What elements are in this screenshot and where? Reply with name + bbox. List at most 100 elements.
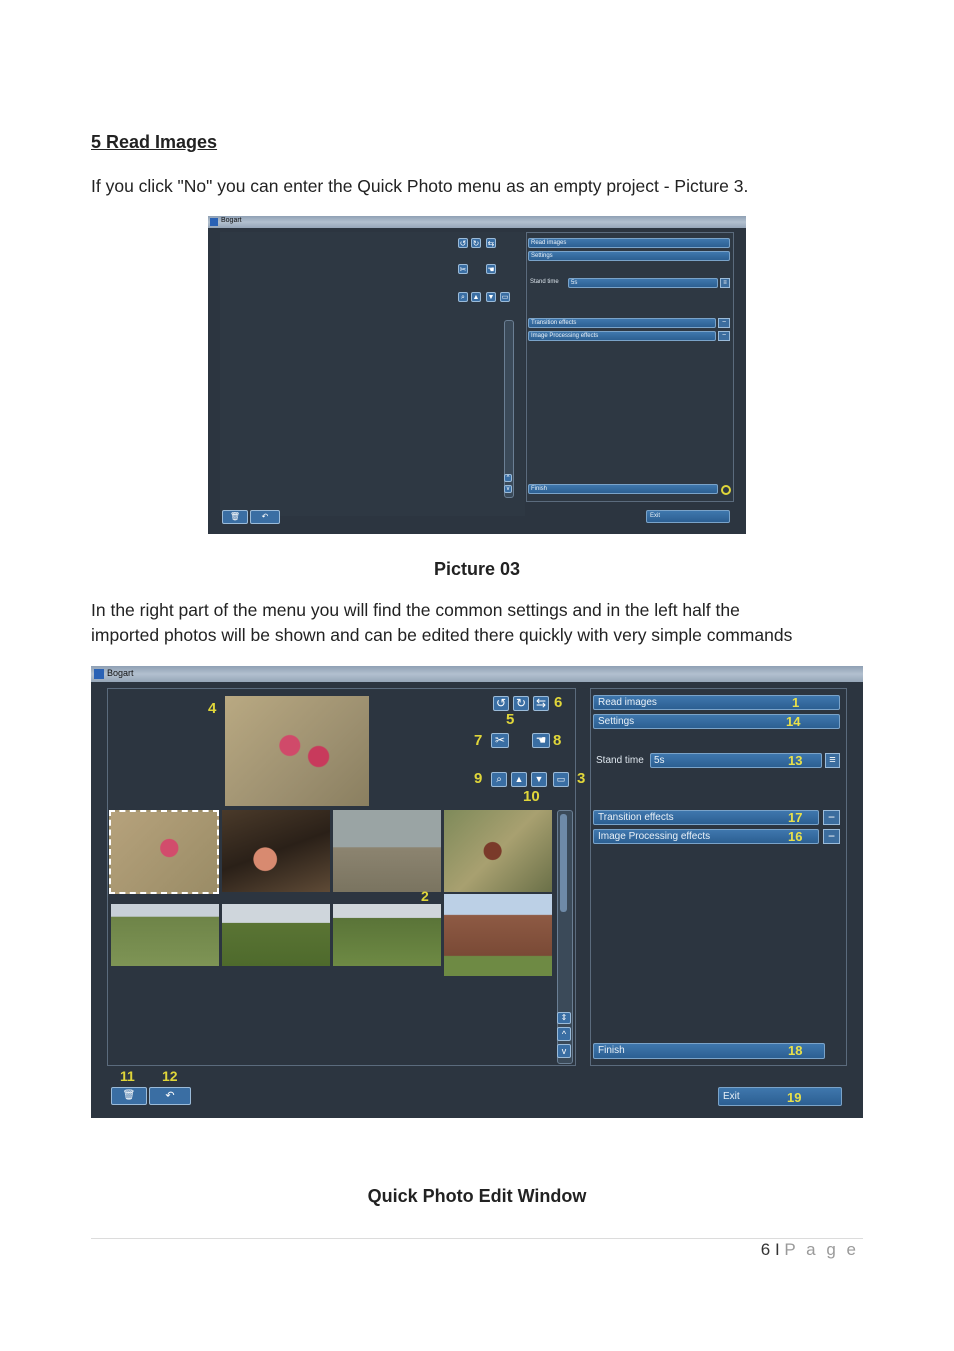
crop-icon[interactable]: ✂ [458,264,468,274]
scroll-down-icon[interactable]: v [504,485,512,493]
callout-3: 3 [577,770,586,787]
scroll-top-icon[interactable]: ⇕ [557,1012,571,1024]
crop-icon[interactable]: ✂ [491,733,509,748]
stand-time-field[interactable]: 5s [568,278,718,288]
thumbs-down-icon[interactable]: ▼ [531,772,547,787]
finish-button[interactable]: Finish [528,484,718,494]
transition-effects-button[interactable]: Transition effects [528,318,716,328]
flip-icon[interactable]: ⇆ [486,238,496,248]
stand-time-label: Stand time [530,279,559,285]
scrollbar-thumb[interactable] [560,814,567,912]
stand-time-field[interactable]: 5s 13 [650,753,822,768]
thumbnail-image[interactable] [109,810,219,894]
thumbnail-image[interactable] [111,904,219,966]
callout-19: 19 [787,1090,802,1105]
finish-label: Finish [598,1045,625,1056]
intro-paragraph: If you click "No" you can enter the Quic… [91,176,749,196]
callout-5: 5 [506,711,515,728]
read-images-button[interactable]: Read images [528,238,730,248]
image-scrollbar[interactable] [504,320,514,498]
settings-label: Settings [598,716,635,727]
callout-18: 18 [788,1043,803,1058]
rotate-left-icon[interactable]: ↺ [493,696,509,711]
callout-17: 17 [788,810,803,825]
callout-8: 8 [553,732,562,749]
settings-button[interactable]: Settings 14 [593,714,840,729]
transition-effects-button[interactable]: Transition effects 17 [593,810,819,825]
screen-icon[interactable]: ▭ [553,772,569,787]
undo-icon[interactable]: ↶ [149,1087,191,1105]
minus-icon[interactable]: − [718,318,730,328]
rotate-left-icon[interactable]: ↺ [458,238,468,248]
scroll-up-icon[interactable]: ^ [504,474,512,482]
callout-2: 2 [421,888,429,904]
zoom-icon[interactable]: ⌕ [491,772,507,787]
settings-button[interactable]: Settings [528,251,730,261]
exit-button[interactable]: Exit 19 [718,1087,842,1106]
image-processing-effects-button[interactable]: Image Processing effects [528,331,716,341]
flip-icon[interactable]: ⇆ [533,696,549,711]
menu-lines-icon[interactable]: ≡ [720,278,730,288]
image-area[interactable] [220,232,525,516]
hand-icon[interactable]: ☚ [486,264,496,274]
exit-label: Exit [723,1091,740,1102]
callout-10: 10 [523,788,540,805]
transition-effects-label: Transition effects [598,812,674,823]
undo-icon[interactable]: ↶ [250,510,280,524]
image-processing-effects-button[interactable]: Image Processing effects 16 [593,829,819,844]
footer-separator: I [774,1240,780,1259]
thumbnail-image[interactable] [222,810,330,892]
page-number: 6 [760,1240,771,1259]
minus-icon[interactable]: − [823,829,840,844]
scroll-down-icon[interactable]: v [557,1044,571,1058]
page-label: P a g e [784,1240,859,1259]
thumbnail-image[interactable] [222,904,330,966]
rotate-right-icon[interactable]: ↻ [513,696,529,711]
zoom-icon[interactable]: ⌕ [458,292,468,302]
window-title: Bogart [221,217,242,224]
settings-panel [590,688,847,1066]
thumbs-up-icon[interactable]: ▲ [511,772,527,787]
footer-divider [91,1238,863,1239]
image-processing-effects-label: Image Processing effects [598,831,711,842]
callout-13: 13 [788,753,803,768]
section-heading: 5 Read Images [91,132,218,152]
thumbnail-image[interactable] [333,904,441,966]
exit-button[interactable]: Exit [646,510,730,523]
rotate-right-icon[interactable]: ↻ [471,238,481,248]
stand-time-value: 5s [654,755,665,766]
callout-16: 16 [788,829,803,844]
description-line-1: In the right part of the menu you will f… [91,600,740,620]
quick-photo-edit-window: Bogart 2 4 ↺ ↻ ⇆ 6 5 7 ✂ ☚ 8 9 ⌕ ▲ ▼ ▭ 3… [91,666,863,1118]
finish-button[interactable]: Finish 18 [593,1043,825,1059]
stand-time-label: Stand time [596,755,644,766]
scroll-up-icon[interactable]: ^ [557,1027,571,1041]
bogart-logo-icon [210,218,218,226]
thumbnail-image[interactable] [444,894,552,976]
finish-circle-icon [721,485,731,495]
minus-icon[interactable]: − [823,810,840,825]
trash-icon[interactable]: 🗑 [111,1087,147,1105]
bogart-logo-icon [94,669,104,679]
caption-quick-photo-edit-window: Quick Photo Edit Window [367,1186,587,1206]
screen-icon[interactable]: ▭ [500,292,510,302]
thumbnail-image[interactable] [333,810,441,892]
callout-6: 6 [554,694,563,711]
callout-12: 12 [162,1068,178,1084]
empty-project-window: Bogart ↺ ↻ ⇆ ✂ ☚ ⌕ ▲ ▼ ▭ ^ v Read images… [208,216,746,534]
thumbs-down-icon[interactable]: ▼ [486,292,496,302]
callout-4: 4 [208,700,217,717]
thumbnail-image[interactable] [444,810,552,892]
settings-panel [526,232,734,502]
preview-image[interactable] [225,696,369,806]
read-images-button[interactable]: Read images 1 [593,695,840,710]
trash-icon[interactable]: 🗑 [222,510,248,524]
thumbs-up-icon[interactable]: ▲ [471,292,481,302]
callout-14: 14 [786,714,801,729]
minus-icon[interactable]: − [718,331,730,341]
hand-icon[interactable]: ☚ [532,733,550,748]
read-images-label: Read images [598,697,657,708]
callout-1: 1 [792,695,800,710]
menu-lines-icon[interactable]: ≡ [825,753,840,768]
callout-11: 11 [120,1068,135,1084]
